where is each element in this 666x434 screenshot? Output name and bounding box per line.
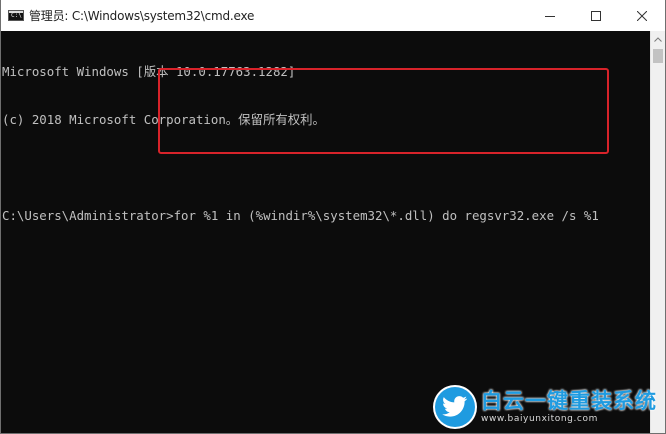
close-icon	[637, 10, 647, 21]
minimize-icon	[545, 15, 555, 17]
close-button[interactable]	[619, 0, 665, 31]
bird-icon	[442, 396, 468, 417]
watermark-url: www.baiyunxitong.com	[481, 414, 598, 424]
scroll-up-button[interactable]	[651, 31, 665, 48]
minimize-button[interactable]	[527, 0, 573, 31]
app-icon-glyph: C:\	[11, 12, 22, 19]
console-command-line: C:\Users\Administrator>for %1 in (%windi…	[2, 208, 599, 223]
maximize-icon	[591, 10, 601, 21]
cmd-window: C:\ 管理员: C:\Windows\system32\cmd.exe Mic…	[0, 0, 666, 434]
bird-logo-icon	[435, 387, 475, 427]
watermark-brand: 白云一键重装系统	[481, 389, 657, 413]
watermark-text: 白云一键重装系统 www.baiyunxitong.com	[481, 389, 657, 425]
command-highlight-box	[158, 68, 609, 154]
watermark: 白云一键重装系统 www.baiyunxitong.com	[435, 387, 657, 427]
title-bar[interactable]: C:\ 管理员: C:\Windows\system32\cmd.exe	[1, 0, 665, 31]
scrollbar-thumb[interactable]	[653, 49, 663, 63]
cmd-app-icon[interactable]: C:\	[8, 10, 24, 21]
window-controls	[527, 0, 665, 31]
chevron-up-icon	[654, 37, 662, 42]
maximize-button[interactable]	[573, 0, 619, 31]
vertical-scrollbar[interactable]	[650, 31, 665, 433]
window-title: 管理员: C:\Windows\system32\cmd.exe	[29, 9, 255, 23]
